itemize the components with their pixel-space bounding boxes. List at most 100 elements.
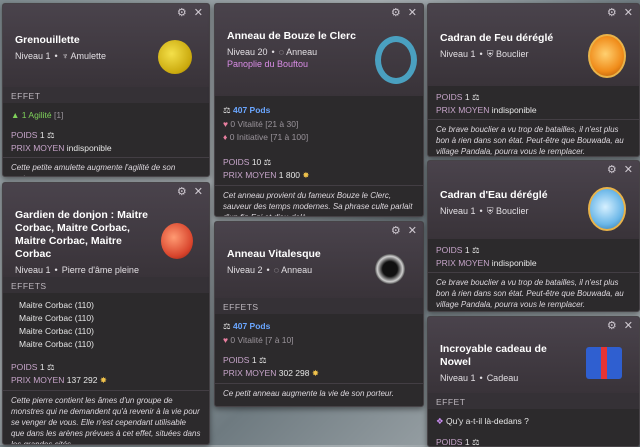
card-header: ⚙ ✕ Cadran de Feu déréglé Niveau 1 • ⛨ Bouc… (428, 4, 639, 86)
close-icon[interactable]: ✕ (408, 225, 417, 237)
weight-value: 1 (464, 437, 470, 447)
effect-initiative: 0 Initiative (229, 132, 268, 142)
item-card-cadran-feu: ⚙ ✕ Cadran de Feu déréglé Niveau 1 • ⛨ Bouc… (427, 3, 640, 157)
gear-icon[interactable]: ⚙ (607, 7, 617, 19)
price-value: indisponible (491, 105, 537, 115)
weight-icon: ⚖ (46, 130, 55, 140)
item-set[interactable]: Panoplie du Bouftou (227, 59, 377, 69)
card-header: ⚙ ✕ Anneau Vitalesque Niveau 2 • ◌ Anneau (215, 222, 423, 298)
weight-icon: ⚖ (258, 355, 267, 365)
amulet-icon: ♆ (61, 51, 69, 61)
monster-entry: Maitre Corbac (110) (19, 300, 94, 310)
item-description: Cette petite amulette augmente l'agilité… (3, 157, 209, 176)
price-label: PRIX MOYEN (436, 105, 490, 115)
item-card-cadran-eau: ⚙ ✕ Cadran d'Eau déréglé Niveau 1 • ⛨ Boucl… (427, 160, 640, 312)
effect-initiative-range: [71 à 100] (270, 132, 309, 142)
close-icon[interactable]: ✕ (624, 320, 633, 332)
gear-icon[interactable]: ⚙ (607, 320, 617, 332)
price-label: PRIX MOYEN (223, 368, 277, 378)
close-icon[interactable]: ✕ (194, 186, 203, 198)
item-level: Niveau 2 (227, 265, 263, 275)
monster-entry: Maitre Corbac (110) (19, 326, 94, 336)
close-icon[interactable]: ✕ (624, 7, 633, 19)
close-icon[interactable]: ✕ (408, 7, 417, 19)
ring-image (375, 254, 405, 284)
price-label: PRIX MOYEN (223, 170, 277, 180)
gear-icon[interactable]: ⚙ (177, 7, 187, 19)
item-type: Pierre d'âme pleine (61, 265, 139, 275)
gear-icon[interactable]: ⚙ (607, 164, 617, 176)
price-value: 137 292 (66, 375, 98, 385)
price-label: PRIX MOYEN (11, 143, 65, 153)
gear-icon[interactable]: ⚙ (177, 186, 187, 198)
item-level: Niveau 1 (440, 49, 476, 59)
weight-value: 1 (39, 130, 45, 140)
item-title: Anneau de Bouze le Clerc (227, 30, 356, 42)
kamas-icon: ✸ (311, 368, 319, 378)
agility-icon: ▲ (11, 110, 20, 120)
item-description: Ce brave bouclier a vu trop de batailles… (428, 272, 639, 311)
item-type: Bouclier (495, 49, 529, 59)
item-type: Bouclier (495, 206, 529, 216)
initiative-icon: ♦ (223, 132, 228, 142)
weight-value: 1 (39, 362, 45, 372)
item-title: Incroyable cadeau de Nowel (440, 343, 547, 368)
kamas-icon: ✸ (302, 170, 310, 180)
item-level: Niveau 1 (15, 265, 51, 275)
item-title: Cadran de Feu déréglé (440, 32, 554, 44)
monster-entry: Maitre Corbac (110) (19, 339, 94, 349)
weight-label: POIDS (436, 92, 463, 102)
effect-vitality: 0 Vitalité (230, 119, 263, 129)
effect-range: [1] (53, 110, 64, 120)
kamas-icon: ✸ (99, 375, 107, 385)
card-header: ⚙ ✕ Incroyable cadeau de Nowel Niveau 1 • C… (428, 317, 639, 393)
close-icon[interactable]: ✕ (194, 7, 203, 19)
weight-label: POIDS (11, 130, 38, 140)
soul-stone-image (161, 223, 193, 259)
price-value: indisponible (66, 143, 112, 153)
frog-amulet-image (158, 40, 192, 74)
gift-image (586, 347, 622, 379)
card-header: ⚙ ✕ Anneau de Bouze le Clerc Niveau 20 • ◌ … (215, 4, 423, 96)
pods-icon: ⚖ (223, 105, 231, 115)
weight-icon: ⚖ (471, 245, 480, 255)
weight-label: POIDS (223, 355, 250, 365)
weight-value: 10 (251, 157, 262, 167)
weight-value: 1 (464, 92, 470, 102)
ring-icon: ◌ (278, 47, 285, 57)
close-icon[interactable]: ✕ (624, 164, 633, 176)
price-value: 302 298 (278, 368, 310, 378)
heart-icon: ♥ (223, 119, 229, 129)
price-value: indisponible (491, 258, 537, 268)
gear-icon[interactable]: ⚙ (391, 225, 401, 237)
shield-icon: ⛨ (486, 206, 494, 216)
item-card-anneau-bouze: ⚙ ✕ Anneau de Bouze le Clerc Niveau 20 • ◌ … (214, 3, 424, 217)
weight-value: 1 (464, 245, 470, 255)
item-card-gardien-donjon: ⚙ ✕ Gardien de donjon : Maitre Corbac, Ma… (2, 182, 210, 445)
weight-icon: ⚖ (471, 92, 480, 102)
effects-header: EFFET (3, 87, 209, 103)
heart-icon: ♥ (223, 335, 229, 345)
pods-icon: ⚖ (223, 321, 231, 331)
item-description: Cette pierre contient les âmes d'un grou… (3, 390, 209, 444)
weight-icon: ⚖ (263, 157, 272, 167)
card-header: ⚙ ✕ Gardien de donjon : Maitre Corbac, Ma… (3, 183, 209, 277)
gear-icon[interactable]: ⚙ (391, 7, 401, 19)
monster-entry: Maitre Corbac (110) (19, 313, 94, 323)
effects-header: EFFETS (215, 298, 423, 314)
weight-label: POIDS (223, 157, 250, 167)
effects-header: EFFET (428, 393, 639, 409)
effect-vitality-range: [21 à 30] (265, 119, 299, 129)
gift-effect-icon: ❖ (436, 416, 444, 426)
water-dial-image (588, 187, 626, 231)
item-level: Niveau 1 (440, 373, 476, 383)
item-description: Ce petit anneau augmente la vie de son p… (215, 383, 423, 404)
gift-effect: Qu'y a-t-il là-dedans ? (446, 416, 529, 426)
item-level: Niveau 1 (440, 206, 476, 216)
weight-label: POIDS (436, 437, 463, 447)
item-description: Ce brave bouclier a vu trop de batailles… (428, 119, 639, 156)
pods-value: 407 Pods (233, 321, 271, 331)
weight-icon: ⚖ (471, 437, 480, 447)
shield-icon: ⛨ (486, 49, 494, 59)
effect-vitality: 0 Vitalité (230, 335, 263, 345)
